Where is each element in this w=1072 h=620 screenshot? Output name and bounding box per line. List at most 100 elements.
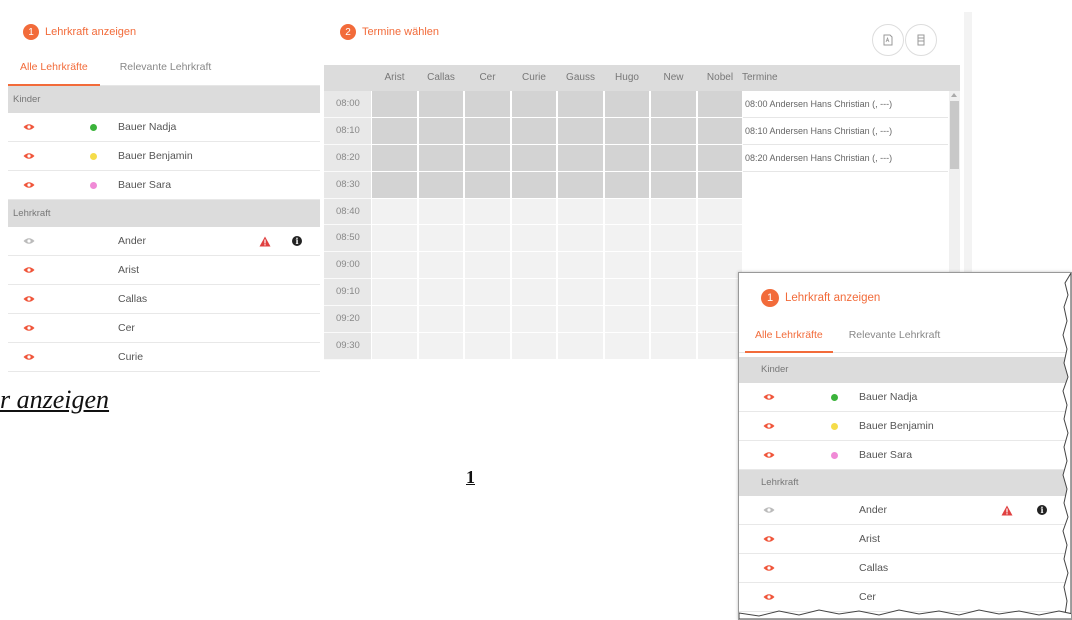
time-slot[interactable] — [650, 91, 697, 118]
time-slot[interactable] — [603, 225, 650, 253]
lehrkraft-row[interactable]: Curie — [8, 343, 320, 372]
kind-row[interactable]: Bauer Sara — [739, 441, 1071, 470]
time-slot[interactable] — [650, 279, 697, 307]
time-slot[interactable] — [603, 306, 650, 334]
time-slot[interactable] — [557, 171, 604, 199]
lehrkraft-row[interactable]: Callas — [8, 285, 320, 314]
time-slot[interactable] — [696, 117, 743, 145]
time-slot[interactable] — [510, 333, 557, 360]
time-slot[interactable] — [603, 333, 650, 360]
print-button[interactable] — [905, 24, 937, 56]
time-slot[interactable] — [696, 252, 743, 280]
eye-icon[interactable] — [763, 507, 775, 514]
time-slot[interactable] — [417, 279, 464, 307]
time-slot[interactable] — [650, 144, 697, 172]
eye-icon[interactable] — [763, 536, 775, 543]
time-slot[interactable] — [603, 144, 650, 172]
warning-icon[interactable] — [259, 236, 271, 247]
time-slot[interactable] — [464, 306, 511, 334]
time-slot[interactable] — [603, 279, 650, 307]
time-slot[interactable] — [557, 117, 604, 145]
time-slot[interactable] — [417, 225, 464, 253]
time-slot[interactable] — [371, 225, 418, 253]
time-slot[interactable] — [464, 279, 511, 307]
info-icon[interactable]: i — [1037, 505, 1047, 515]
time-slot[interactable] — [557, 198, 604, 226]
time-slot[interactable] — [557, 279, 604, 307]
callout-tab-alle-lehrkraefte[interactable]: Alle Lehrkräfte — [745, 323, 833, 353]
time-slot[interactable] — [696, 333, 743, 360]
kind-row[interactable]: Bauer Nadja — [8, 113, 320, 142]
time-slot[interactable] — [557, 252, 604, 280]
tab-alle-lehrkraefte[interactable]: Alle Lehrkräfte — [8, 52, 100, 86]
eye-icon[interactable] — [763, 452, 775, 459]
time-slot[interactable] — [696, 306, 743, 334]
time-slot[interactable] — [464, 198, 511, 226]
time-slot[interactable] — [696, 279, 743, 307]
tab-relevante-lehrkraft[interactable]: Relevante Lehrkraft — [108, 52, 224, 86]
time-slot[interactable] — [371, 279, 418, 307]
termin-entry[interactable]: 08:20 Andersen Hans Christian (, ---) — [740, 145, 948, 172]
time-slot[interactable] — [510, 252, 557, 280]
time-slot[interactable] — [510, 279, 557, 307]
eye-icon[interactable] — [23, 267, 35, 274]
time-slot[interactable] — [650, 117, 697, 145]
time-slot[interactable] — [371, 91, 418, 118]
time-slot[interactable] — [696, 91, 743, 118]
eye-icon[interactable] — [763, 394, 775, 401]
time-slot[interactable] — [464, 117, 511, 145]
termin-entry[interactable]: 08:00 Andersen Hans Christian (, ---) — [740, 91, 948, 118]
eye-icon[interactable] — [23, 296, 35, 303]
time-slot[interactable] — [557, 306, 604, 334]
time-slot[interactable] — [603, 171, 650, 199]
scroll-thumb[interactable] — [950, 101, 959, 169]
time-slot[interactable] — [464, 333, 511, 360]
time-slot[interactable] — [603, 117, 650, 145]
time-slot[interactable] — [510, 171, 557, 199]
time-slot[interactable] — [650, 171, 697, 199]
time-slot[interactable] — [603, 198, 650, 226]
lehrkraft-row[interactable]: Ander i — [8, 227, 320, 256]
time-slot[interactable] — [417, 171, 464, 199]
time-slot[interactable] — [557, 91, 604, 118]
eye-icon[interactable] — [23, 182, 35, 189]
time-slot[interactable] — [464, 91, 511, 118]
time-slot[interactable] — [510, 225, 557, 253]
lehrkraft-row[interactable]: Arist — [739, 525, 1071, 554]
time-slot[interactable] — [510, 117, 557, 145]
time-slot[interactable] — [371, 252, 418, 280]
time-slot[interactable] — [371, 333, 418, 360]
time-slot[interactable] — [650, 252, 697, 280]
lehrkraft-row[interactable]: Arist — [8, 256, 320, 285]
time-slot[interactable] — [510, 144, 557, 172]
time-slot[interactable] — [557, 144, 604, 172]
eye-icon[interactable] — [23, 325, 35, 332]
eye-icon[interactable] — [763, 565, 775, 572]
time-slot[interactable] — [371, 198, 418, 226]
time-slot[interactable] — [417, 198, 464, 226]
time-slot[interactable] — [696, 171, 743, 199]
time-slot[interactable] — [557, 333, 604, 360]
kind-row[interactable]: Bauer Benjamin — [739, 412, 1071, 441]
callout-tab-relevante-lehrkraft[interactable]: Relevante Lehrkraft — [839, 323, 951, 353]
time-slot[interactable] — [696, 144, 743, 172]
time-slot[interactable] — [603, 91, 650, 118]
time-slot[interactable] — [650, 198, 697, 226]
time-slot[interactable] — [696, 225, 743, 253]
kind-row[interactable]: Bauer Nadja — [739, 383, 1071, 412]
time-slot[interactable] — [650, 306, 697, 334]
time-slot[interactable] — [603, 252, 650, 280]
lehrkraft-row[interactable]: Callas — [739, 554, 1071, 583]
time-slot[interactable] — [417, 144, 464, 172]
time-slot[interactable] — [417, 91, 464, 118]
time-slot[interactable] — [464, 144, 511, 172]
kind-row[interactable]: Bauer Benjamin — [8, 142, 320, 171]
time-slot[interactable] — [464, 252, 511, 280]
time-slot[interactable] — [417, 117, 464, 145]
time-slot[interactable] — [417, 252, 464, 280]
warning-icon[interactable] — [1001, 505, 1013, 516]
eye-icon[interactable] — [23, 153, 35, 160]
scroll-up-arrow[interactable] — [951, 93, 957, 97]
eye-icon[interactable] — [763, 423, 775, 430]
eye-icon[interactable] — [23, 124, 35, 131]
